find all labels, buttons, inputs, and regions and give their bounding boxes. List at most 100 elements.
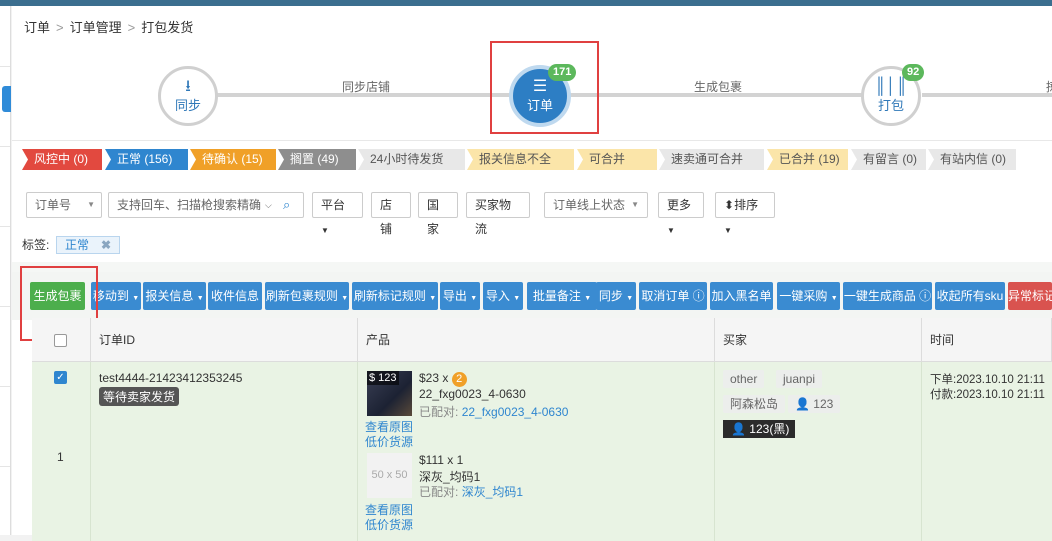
refresh-mark-rules-label: 刷新标记规则	[353, 289, 426, 303]
caret-down-icon: ▼	[341, 295, 349, 302]
barcode-icon: ║│║	[874, 77, 908, 95]
search-input[interactable]: 支持回车、扫描枪搜索 精确 ⌵ ⌕	[108, 192, 304, 218]
country-button[interactable]: 国家	[418, 192, 458, 236]
abnormal-mark-button[interactable]: 异常标记	[1008, 282, 1052, 310]
order-id[interactable]: test4444-21423412353245	[99, 371, 242, 385]
cancel-order-button[interactable]: 取消订单 ⓘ	[639, 282, 707, 310]
step-sync-label: 同步	[174, 97, 201, 113]
tag-merged[interactable]: 已合并 (19)	[767, 149, 848, 170]
sort-icon: ⬍	[724, 198, 735, 212]
more-dropdown[interactable]: 更多 ▼	[658, 192, 704, 235]
buyer-logistics-button[interactable]: 买家物流	[466, 192, 530, 236]
matched-label: 已配对:	[419, 485, 459, 499]
low-price-source-link[interactable]: 低价货源	[365, 433, 413, 450]
generate-products-button[interactable]: 一键生成商品 ⓘ	[843, 282, 932, 310]
one-click-purchase-button[interactable]: 一键采购 ▼	[777, 282, 840, 310]
search-icon[interactable]: ⌕	[283, 193, 290, 217]
user-icon: 👤	[731, 422, 746, 436]
label-chip: 正常 ✖	[56, 236, 120, 254]
col-header-time: 时间	[922, 318, 1052, 362]
order-no-select[interactable]: 订单号 ▼	[26, 192, 102, 218]
matched-label: 已配对:	[419, 405, 459, 419]
step-edge-sync-shop: 同步店铺	[342, 80, 391, 94]
tag-aliexpress-mergeable[interactable]: 速卖通可合并 (0)	[659, 149, 764, 170]
caret-down-icon: ▼	[470, 295, 478, 302]
refresh-package-rules-button[interactable]: 刷新包裹规则 ▼	[265, 282, 349, 310]
recipient-info-button[interactable]: 收件信息	[208, 282, 262, 310]
tag-has-message[interactable]: 有留言 (0)	[851, 149, 926, 170]
add-blacklist-button[interactable]: 加入黑名单	[710, 282, 773, 310]
import-button[interactable]: 导入 ▼	[483, 282, 523, 310]
one-click-purchase-label: 一键采购	[779, 289, 828, 303]
online-status-select[interactable]: 订单线上状态 ▼	[544, 192, 648, 218]
breadcrumb-item-order-manage[interactable]: 订单管理	[70, 20, 122, 35]
tag-24h-ship[interactable]: 24小时待发货 (0)	[358, 149, 465, 170]
caret-down-icon: ▼	[429, 295, 437, 302]
precision-select[interactable]: 精确	[237, 193, 261, 217]
export-button[interactable]: 导出 ▼	[440, 282, 480, 310]
shop-button[interactable]: 店铺	[371, 192, 411, 236]
caret-down-icon: ▼	[196, 295, 204, 302]
main-panel: 订单 > 订单管理 > 打包发货 同步店铺 生成包裹 拣 ⭳ 同步 ☰ 订单 171 ║…	[12, 6, 1052, 541]
breadcrumb-item-pack-ship: 打包发货	[141, 20, 194, 35]
caret-down-icon: ▼	[830, 295, 838, 302]
tag-pending-confirm[interactable]: 待确认 (15)	[190, 149, 276, 170]
highlight-box	[490, 41, 599, 134]
online-status-label: 订单线上状态	[553, 198, 626, 212]
blacklist-badge: 👤 123(黑)	[723, 420, 796, 438]
qty-badge: 2	[451, 372, 467, 387]
alert-icon: ⓘ	[919, 289, 932, 303]
batch-note-button[interactable]: 批量备注 ▼	[527, 282, 597, 310]
product-price-line: $111 x 1	[419, 453, 463, 467]
order-time: 下单:2023.10.10 21:11	[930, 374, 1045, 386]
select-all-checkbox[interactable]	[54, 334, 67, 347]
label-chip-text: 正常	[65, 238, 90, 252]
breadcrumb-separator: >	[127, 20, 136, 35]
alert-icon: ⓘ	[692, 289, 705, 303]
tag-on-hold[interactable]: 搁置 (49)	[278, 149, 356, 170]
sort-label: 排序	[734, 198, 759, 212]
download-icon: ⭳	[185, 77, 191, 95]
more-label: 更多	[667, 198, 692, 212]
cancel-order-label: 取消订单	[641, 289, 690, 303]
matched-link[interactable]: 深灰_均码1	[462, 485, 523, 499]
move-to-button[interactable]: 移动到 ▼	[91, 282, 141, 310]
sidebar-toggle[interactable]	[2, 86, 11, 112]
breadcrumb-item-order[interactable]: 订单	[24, 20, 50, 35]
generate-products-label: 一键生成商品	[843, 289, 916, 303]
breadcrumb: 订单 > 订单管理 > 打包发货	[24, 17, 193, 36]
collapse-sku-button[interactable]: 收起所有sku	[935, 282, 1005, 310]
product-cell: $ 123 $23 x 2 22_fxg0023_4-0630 已配对: 22_…	[358, 362, 715, 541]
row-number: 1	[57, 450, 64, 464]
qty-separator: x	[442, 371, 449, 385]
tag-normal[interactable]: 正常 (156)	[105, 149, 188, 170]
customs-info-button[interactable]: 报关信息 ▼	[143, 282, 206, 310]
tag-risk-control[interactable]: 风控中 (0)	[22, 149, 102, 170]
tag-customs-incomplete[interactable]: 报关信息不全 (4)	[467, 149, 574, 170]
buyer-count: 123	[813, 397, 834, 411]
step-sync[interactable]: ⭳ 同步	[158, 66, 218, 126]
label-filter-title: 标签:	[22, 238, 50, 252]
caret-down-icon: ▼	[132, 295, 140, 302]
sync-button[interactable]: 同步 ▼	[596, 282, 636, 310]
order-id-cell: test4444-21423412353245 等待卖家发货	[91, 362, 358, 541]
step-edge-next: 拣	[1046, 78, 1052, 95]
product-image-placeholder[interactable]: 50 x 50	[367, 453, 412, 498]
row-checkbox[interactable]: ✓	[54, 371, 67, 384]
col-header-product: 产品	[358, 318, 715, 362]
low-price-source-link[interactable]: 低价货源	[365, 516, 413, 533]
close-icon[interactable]: ✖	[101, 237, 111, 253]
product-image[interactable]: $ 123	[367, 371, 412, 416]
refresh-mark-rules-button[interactable]: 刷新标记规则 ▼	[352, 282, 438, 310]
user-icon: 👤	[795, 397, 810, 411]
platform-dropdown[interactable]: 平台 ▼	[312, 192, 363, 235]
tag-mergeable[interactable]: 可合并 (87)	[577, 149, 657, 170]
step-pack-label: 打包	[877, 97, 904, 113]
move-to-label: 移动到	[92, 289, 129, 303]
order-no-select-label: 订单号	[35, 198, 72, 212]
sort-dropdown[interactable]: ⬍排序 ▼	[715, 192, 775, 235]
caret-down-icon: ▼	[87, 200, 95, 209]
matched-line: 已配对: 深灰_均码1	[419, 483, 523, 500]
matched-link[interactable]: 22_fxg0023_4-0630	[462, 405, 569, 419]
tag-has-inbox[interactable]: 有站内信 (0)	[928, 149, 1016, 170]
